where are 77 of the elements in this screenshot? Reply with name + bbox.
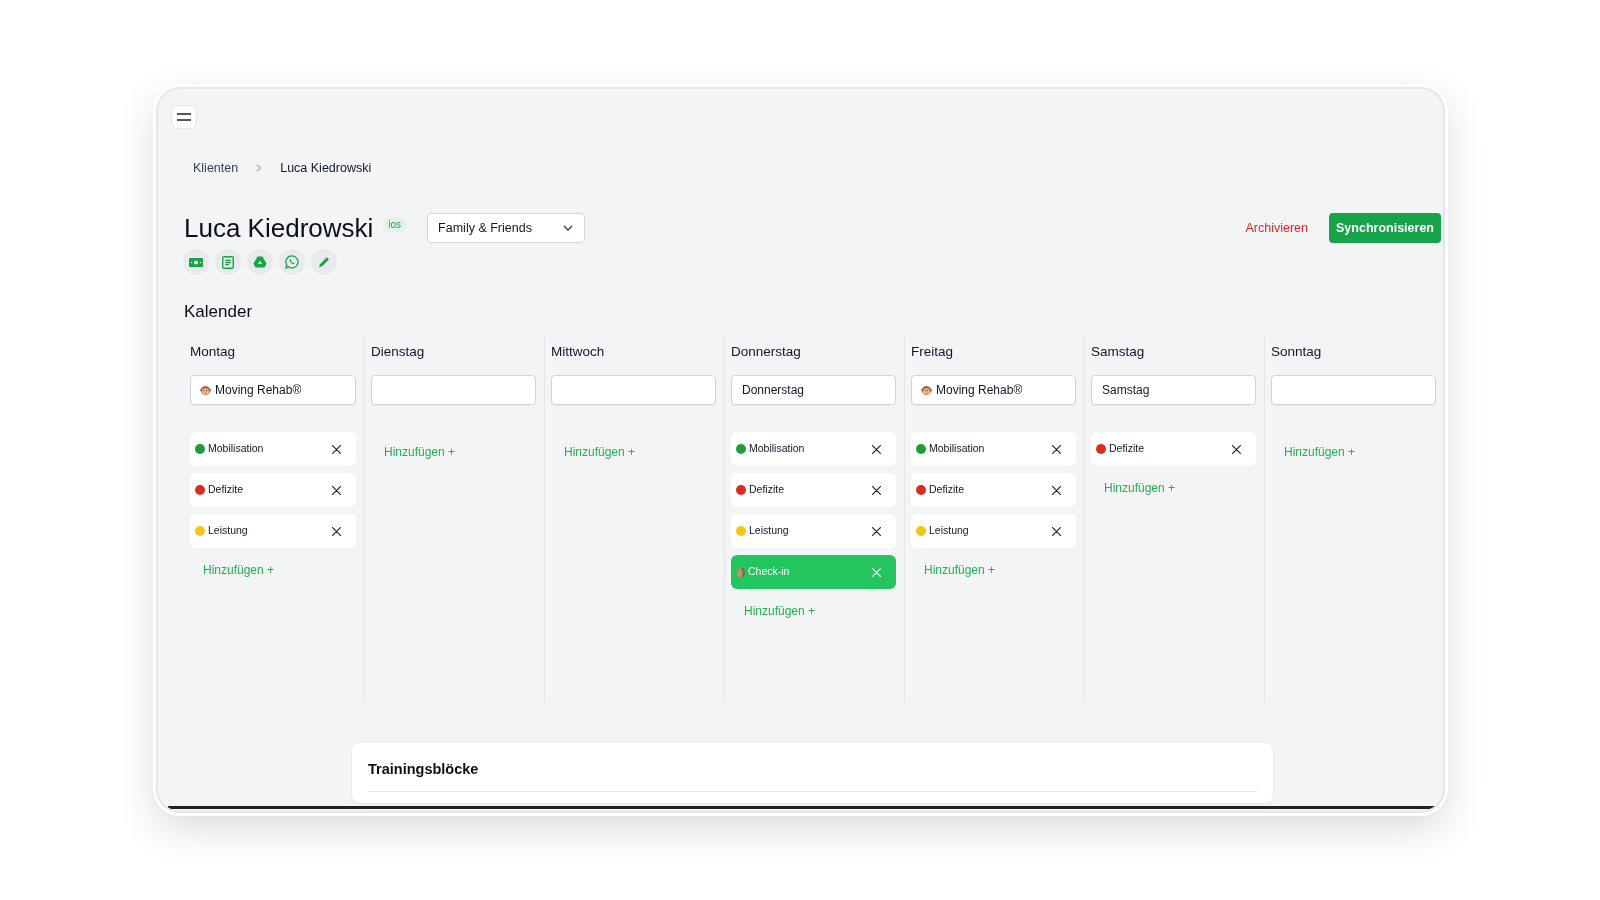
- close-icon: [872, 567, 881, 577]
- close-icon: [872, 526, 881, 536]
- archive-link[interactable]: Archivieren: [1245, 218, 1308, 238]
- pencil-button[interactable]: [311, 249, 337, 275]
- close-icon: [1052, 444, 1061, 454]
- close-icon: [332, 526, 341, 536]
- input-field[interactable]: [371, 375, 536, 405]
- tag-label: Mobilisation: [929, 441, 985, 457]
- tag-label: Defizite: [208, 482, 243, 498]
- chevron-icon: [256, 164, 262, 172]
- close-icon: [332, 485, 341, 495]
- tag-label: Defizite: [929, 482, 964, 498]
- add-link[interactable]: Hinzufügen +: [384, 442, 456, 462]
- remove-button[interactable]: [330, 524, 343, 538]
- add-link[interactable]: Hinzufügen +: [1284, 442, 1356, 462]
- menu-button[interactable]: [171, 105, 197, 129]
- plan-dropdown[interactable]: Family & Friends: [427, 213, 586, 243]
- add-link[interactable]: Hinzufügen +: [564, 442, 636, 462]
- tag-label: Leistung: [929, 523, 969, 539]
- close-icon: [1232, 444, 1241, 454]
- section-title: Kalender: [184, 301, 254, 323]
- input-field[interactable]: Samstag: [1091, 375, 1256, 405]
- breadcrumb-current: Luca Kiedrowski: [280, 160, 372, 177]
- chat-bubble-icon: [285, 255, 299, 269]
- day-label: Donnerstag: [731, 343, 802, 361]
- tag-label: Check-in: [748, 564, 790, 580]
- tag-label: Leistung: [208, 523, 248, 539]
- close-icon: [1052, 485, 1061, 495]
- input-field[interactable]: Moving Rehab®: [911, 375, 1076, 405]
- day-label: Mittwoch: [551, 343, 606, 361]
- day-label: Samstag: [1091, 343, 1146, 361]
- close-icon: [872, 485, 881, 495]
- add-link[interactable]: Hinzufügen +: [744, 601, 816, 621]
- remove-button[interactable]: [1050, 442, 1063, 456]
- tag-label: Mobilisation: [208, 441, 264, 457]
- remove-button[interactable]: [870, 524, 883, 538]
- tag-label: Defizite: [1109, 441, 1144, 457]
- day-label: Freitag: [911, 343, 955, 361]
- triangle-icon: [253, 256, 267, 268]
- add-link[interactable]: Hinzufügen +: [203, 560, 275, 580]
- input-field[interactable]: [551, 375, 716, 405]
- chat-bubble-button[interactable]: [279, 249, 305, 275]
- day-label: Sonntag: [1271, 343, 1323, 361]
- card-title: Trainingsblöcke: [368, 760, 480, 779]
- remove-button[interactable]: [330, 442, 343, 456]
- squirrel-icon: [736, 566, 745, 578]
- day-label: Dienstag: [371, 343, 426, 361]
- input-field[interactable]: Donnerstag: [731, 375, 896, 405]
- menu-icon: [177, 113, 191, 121]
- caret-icon: [563, 225, 574, 231]
- tag-label: Mobilisation: [749, 441, 805, 457]
- close-icon: [1052, 526, 1061, 536]
- tag-label: Defizite: [749, 482, 784, 498]
- notebook-icon: [222, 255, 234, 269]
- add-link[interactable]: Hinzufügen +: [1104, 478, 1176, 498]
- remove-button[interactable]: [1050, 483, 1063, 497]
- input-field[interactable]: [1271, 375, 1436, 405]
- pencil-icon: [318, 256, 330, 268]
- close-icon: [332, 444, 341, 454]
- input-field[interactable]: Moving Rehab®: [190, 375, 356, 405]
- remove-button[interactable]: [870, 483, 883, 497]
- remove-button[interactable]: [330, 483, 343, 497]
- platform-badge: ios: [382, 217, 408, 232]
- close-icon: [872, 444, 881, 454]
- triangle-button[interactable]: [247, 249, 273, 275]
- remove-button[interactable]: [870, 442, 883, 456]
- client-name: Luca Kiedrowski: [184, 212, 374, 245]
- notebook-button[interactable]: [215, 249, 241, 275]
- banknote-button[interactable]: [183, 249, 209, 275]
- tag-label: Leistung: [749, 523, 789, 539]
- add-link[interactable]: Hinzufügen +: [924, 560, 996, 580]
- breadcrumb-link[interactable]: Klienten: [193, 159, 239, 177]
- remove-button[interactable]: [1050, 524, 1063, 538]
- remove-button[interactable]: [1230, 442, 1243, 456]
- day-label: Montag: [190, 343, 237, 361]
- banknote-icon: [189, 257, 203, 267]
- sync-button[interactable]: Synchronisieren: [1329, 213, 1441, 243]
